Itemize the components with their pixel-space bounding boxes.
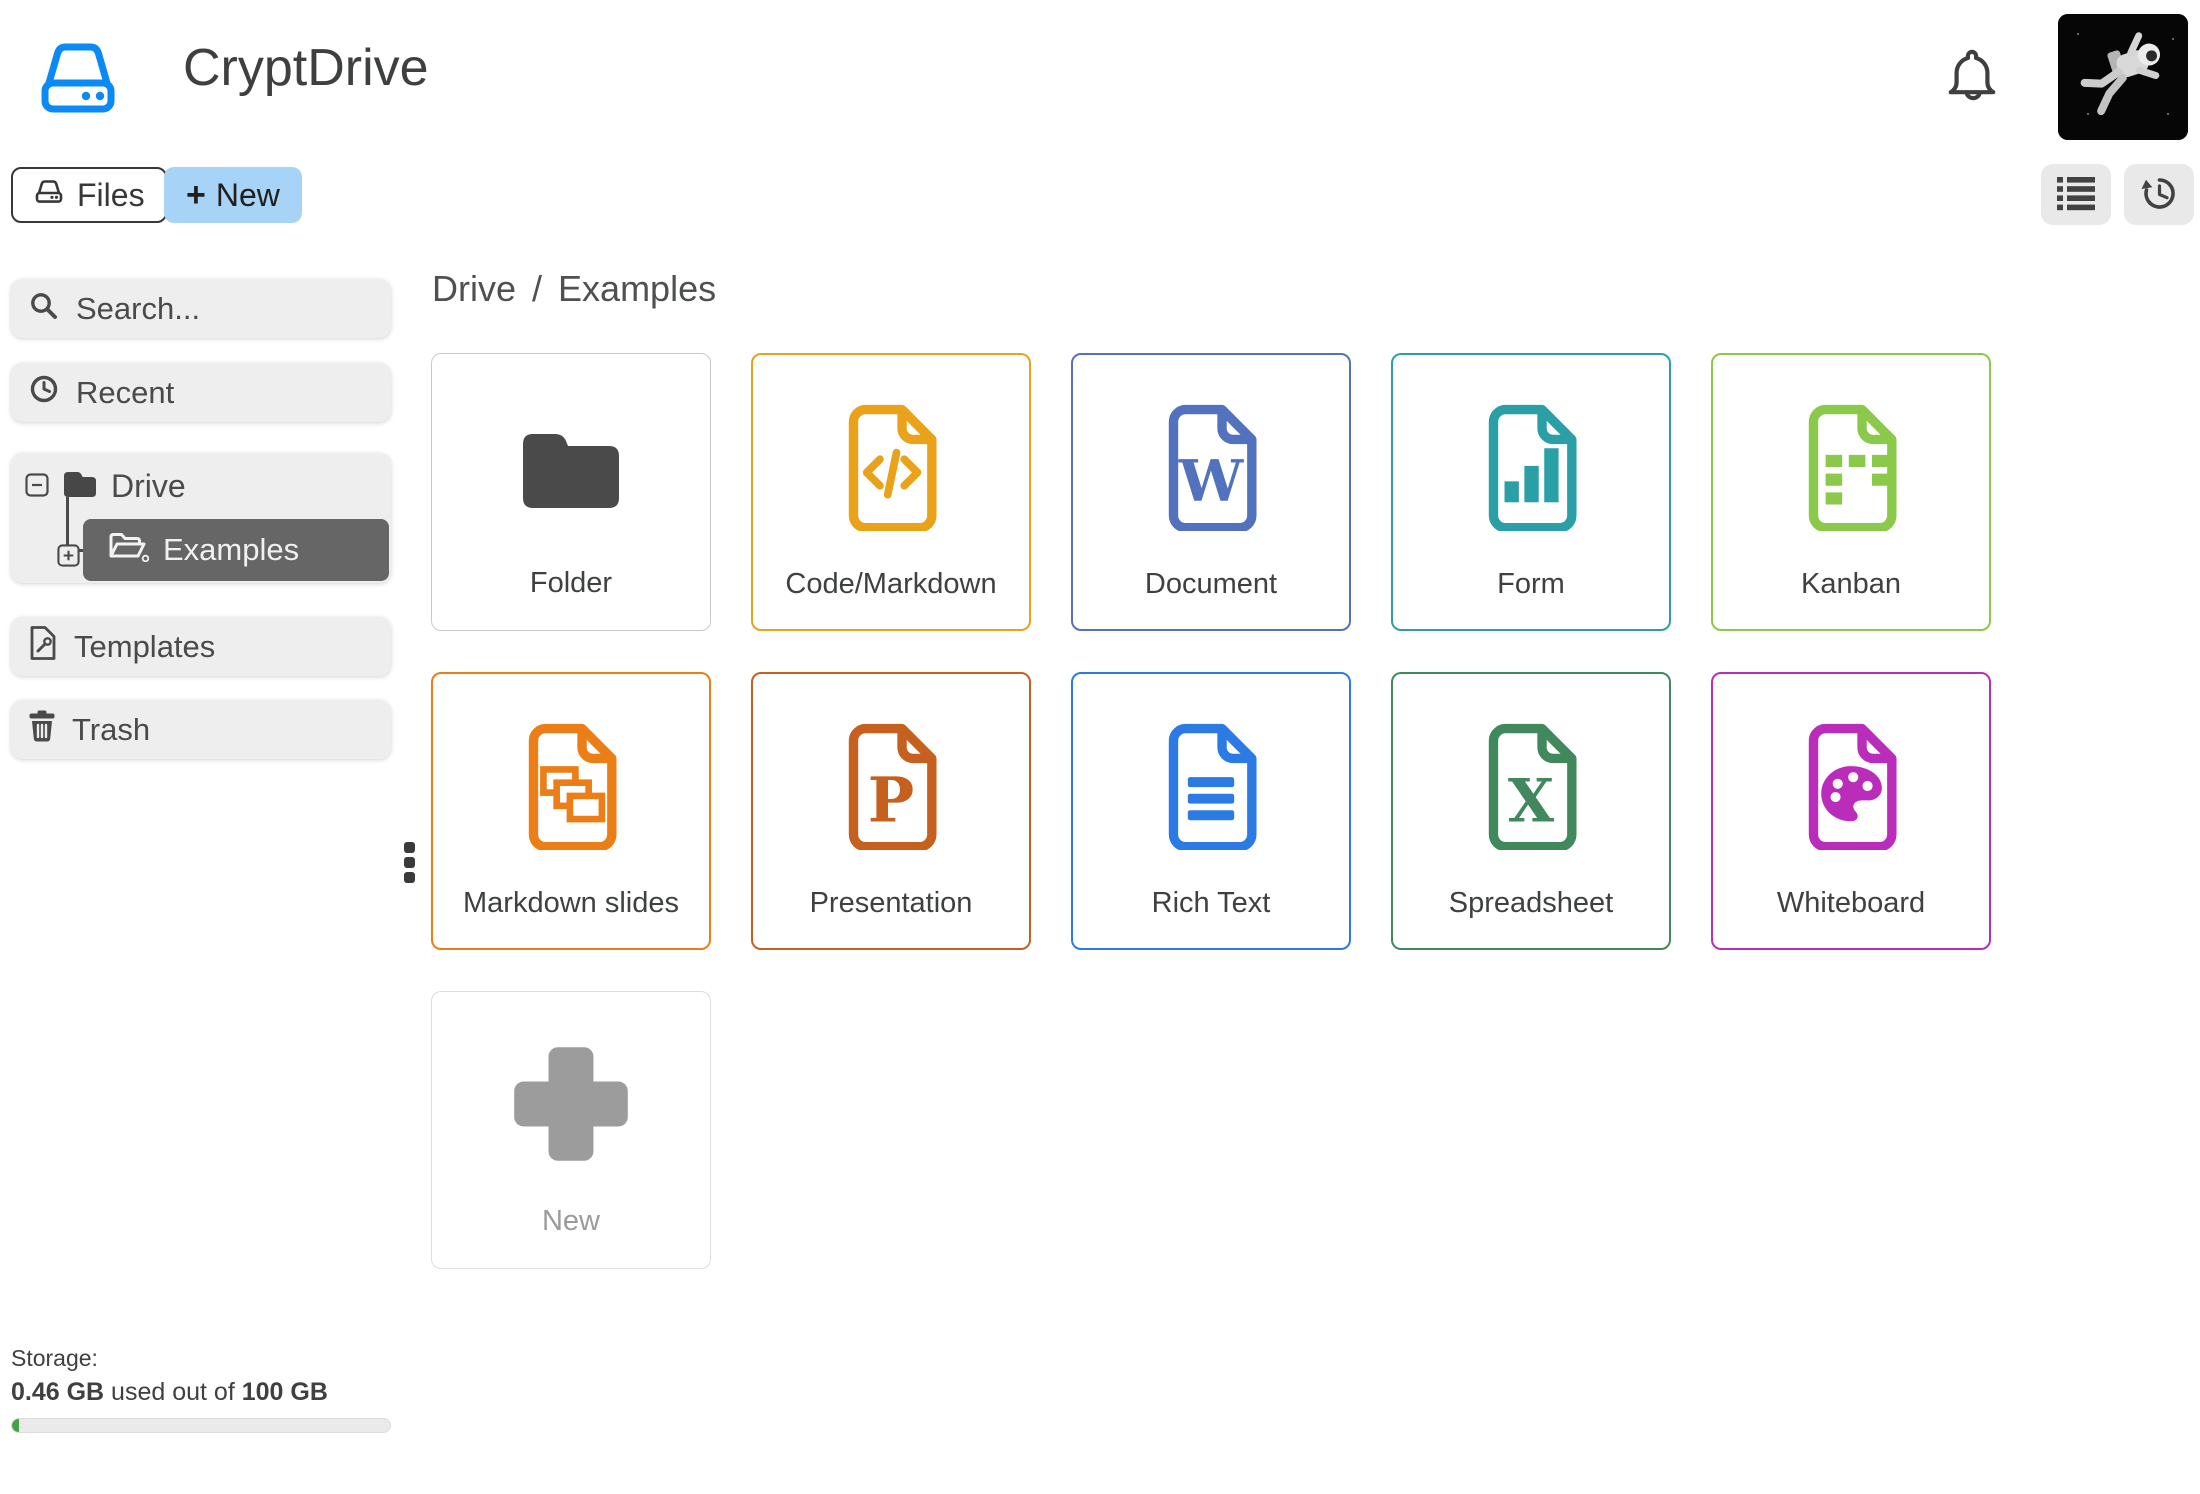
card-whiteboard[interactable]: Whiteboard xyxy=(1711,672,1991,950)
sidebar-item-templates[interactable]: Templates xyxy=(11,617,391,676)
card-label: Code/Markdown xyxy=(785,568,997,600)
search-box[interactable] xyxy=(11,279,391,338)
folder-icon xyxy=(511,401,631,531)
card-presentation[interactable]: P Presentation xyxy=(751,672,1031,950)
expand-toggle-icon[interactable] xyxy=(57,539,80,575)
recent-label: Recent xyxy=(76,374,175,410)
page-title: CryptDrive xyxy=(183,39,429,97)
kanban-icon xyxy=(1795,402,1907,532)
search-icon xyxy=(28,290,58,328)
storage-usage-text: 0.46 GB used out of 100 GB xyxy=(11,1378,391,1407)
sidebar-item-trash[interactable]: Trash xyxy=(11,700,391,759)
card-label: Folder xyxy=(529,567,613,599)
card-kanban[interactable]: Kanban xyxy=(1711,353,1991,631)
storage-used: 0.46 GB xyxy=(11,1378,105,1406)
new-button-label: New xyxy=(215,176,280,213)
svg-text:P: P xyxy=(868,763,914,836)
card-label: Kanban xyxy=(1801,568,1901,600)
card-code[interactable]: Code/Markdown xyxy=(751,353,1031,631)
tree-drive-label: Drive xyxy=(111,468,186,504)
card-label: Spreadsheet xyxy=(1448,887,1614,919)
storage-total: 100 GB xyxy=(241,1378,328,1406)
cryptdrive-logo-icon xyxy=(34,36,122,127)
template-file-icon xyxy=(28,625,58,669)
file-type-grid: Folder Code/Markdown W Document Form Kanb… xyxy=(431,353,1991,1269)
card-label: Presentation xyxy=(809,887,973,919)
tree-examples-label: Examples xyxy=(163,532,300,567)
card-label: Document xyxy=(1144,568,1278,600)
new-button[interactable]: + New xyxy=(164,167,302,223)
card-folder[interactable]: Folder xyxy=(431,353,711,631)
folder-open-icon xyxy=(107,530,150,570)
history-icon xyxy=(2140,175,2178,215)
list-view-button[interactable] xyxy=(2041,164,2111,225)
history-button[interactable] xyxy=(2124,164,2194,225)
avatar[interactable] xyxy=(2058,14,2188,140)
card-label: Rich Text xyxy=(1151,887,1271,919)
templates-label: Templates xyxy=(74,628,216,664)
breadcrumb: Drive / Examples xyxy=(432,268,716,310)
storage-between: used out of xyxy=(104,1378,242,1406)
sidebar-drive-tree: Drive Examples xyxy=(11,453,391,583)
trash-icon xyxy=(28,710,56,750)
form-icon xyxy=(1475,402,1587,532)
storage-progress-bar xyxy=(11,1418,391,1433)
tree-item-drive[interactable]: Drive xyxy=(25,467,186,506)
slides-icon xyxy=(515,721,627,851)
sidebar-resize-handle[interactable] xyxy=(404,842,415,883)
svg-text:W: W xyxy=(1178,447,1245,515)
svg-text:X: X xyxy=(1508,766,1555,836)
notifications-bell-icon[interactable] xyxy=(1943,46,2001,109)
card-label: Whiteboard xyxy=(1776,887,1926,919)
card-document[interactable]: W Document xyxy=(1071,353,1351,631)
breadcrumb-examples[interactable]: Examples xyxy=(558,268,716,310)
storage-progress-fill xyxy=(12,1419,19,1432)
tree-item-examples[interactable]: Examples xyxy=(83,519,389,581)
card-slides[interactable]: Markdown slides xyxy=(431,672,711,950)
card-label: Markdown slides xyxy=(463,887,679,919)
plus-icon: + xyxy=(186,175,206,214)
files-button[interactable]: Files xyxy=(11,167,167,223)
breadcrumb-drive[interactable]: Drive xyxy=(432,268,516,310)
code-icon xyxy=(835,402,947,532)
collapse-toggle-icon[interactable] xyxy=(25,468,49,505)
sidebar-item-recent[interactable]: Recent xyxy=(11,363,391,422)
card-form[interactable]: Form xyxy=(1391,353,1671,631)
card-label: New xyxy=(541,1205,600,1237)
card-label: Form xyxy=(1497,568,1565,600)
new-icon xyxy=(500,1039,642,1169)
drive-icon xyxy=(33,177,65,214)
card-richtext[interactable]: Rich Text xyxy=(1071,672,1351,950)
clock-icon xyxy=(28,373,60,413)
storage-panel: Storage: 0.46 GB used out of 100 GB xyxy=(11,1345,391,1433)
whiteboard-icon xyxy=(1795,721,1907,851)
breadcrumb-separator: / xyxy=(532,268,543,309)
card-spreadsheet[interactable]: X Spreadsheet xyxy=(1391,672,1671,950)
document-icon: W xyxy=(1155,402,1267,532)
files-button-label: Files xyxy=(77,176,145,213)
search-input[interactable] xyxy=(74,289,374,328)
card-new[interactable]: New xyxy=(431,991,711,1269)
list-view-icon xyxy=(2057,176,2095,214)
presentation-icon: P xyxy=(835,721,947,851)
trash-label: Trash xyxy=(72,711,151,747)
spreadsheet-icon: X xyxy=(1475,721,1587,851)
richtext-icon xyxy=(1155,721,1267,851)
storage-heading: Storage: xyxy=(11,1345,98,1371)
